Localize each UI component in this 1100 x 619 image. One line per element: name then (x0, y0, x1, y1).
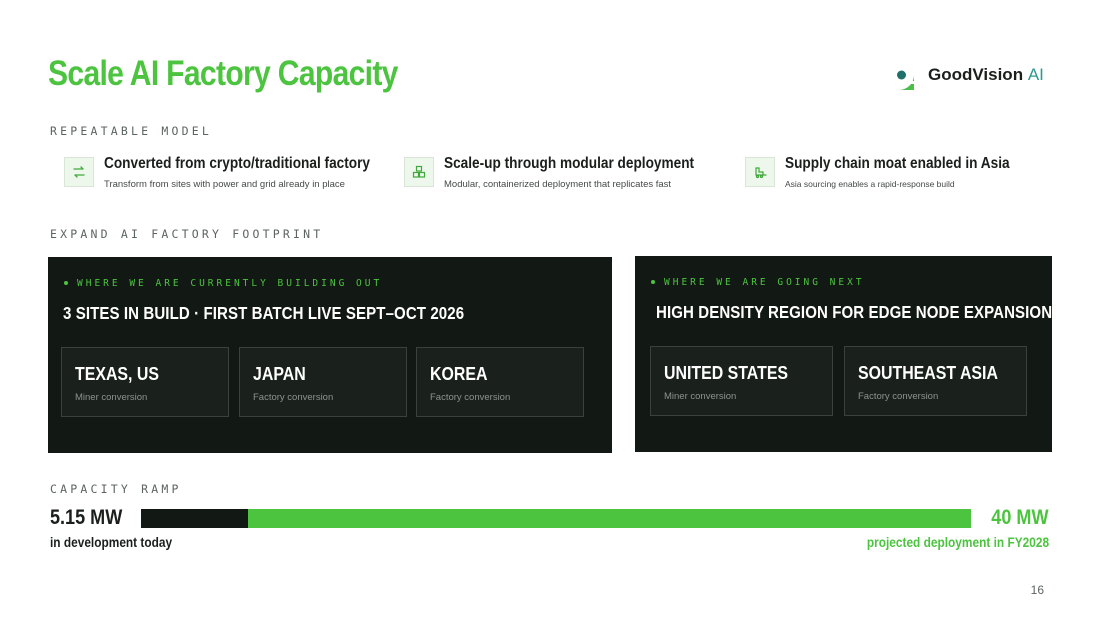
panel-kicker-text: WHERE WE ARE GOING NEXT (664, 277, 865, 288)
site-card: JAPAN Factory conversion (239, 347, 407, 417)
site-name: TEXAS, US (75, 363, 159, 384)
feature-title: Supply chain moat enabled in Asia (785, 155, 1010, 172)
site-name: SOUTHEAST ASIA (858, 362, 998, 383)
feature-supply-chain: Supply chain moat enabled in Asia Asia s… (745, 155, 1040, 189)
site-name: JAPAN (253, 363, 306, 384)
forklift-icon (745, 157, 775, 187)
modular-blocks-icon (404, 157, 434, 187)
feature-subtitle: Asia sourcing enables a rapid-response b… (785, 179, 955, 189)
site-card: TEXAS, US Miner conversion (61, 347, 229, 417)
site-card: SOUTHEAST ASIA Factory conversion (844, 346, 1027, 416)
ramp-target-label: projected deployment in FY2028 (866, 535, 1049, 550)
feature-subtitle: Transform from sites with power and grid… (104, 179, 345, 190)
section-label-footprint: EXPAND AI FACTORY FOOTPRINT (50, 227, 324, 241)
site-card: KOREA Factory conversion (416, 347, 584, 417)
site-name: UNITED STATES (664, 362, 789, 383)
ramp-target-value: 40 MW (991, 506, 1049, 529)
panel-headline: HIGH DENSITY REGION FOR EDGE NODE EXPANS… (656, 302, 1053, 322)
ramp-current-label: in development today (50, 535, 173, 550)
feature-modular: Scale-up through modular deployment Modu… (404, 155, 728, 190)
site-type: Factory conversion (253, 392, 334, 403)
site-type: Miner conversion (664, 391, 737, 402)
page-number: 16 (1030, 583, 1044, 597)
panel-current-build: WHERE WE ARE CURRENTLY BUILDING OUT 3 SI… (48, 257, 612, 453)
feature-converted: Converted from crypto/traditional factor… (64, 155, 406, 190)
feature-title: Scale-up through modular deployment (444, 155, 695, 172)
site-type: Miner conversion (75, 392, 148, 403)
bullet-dot (651, 279, 655, 284)
feature-subtitle: Modular, containerized deployment that r… (444, 179, 672, 190)
section-label-model: REPEATABLE MODEL (50, 124, 212, 138)
section-label-ramp: CAPACITY RAMP (50, 482, 182, 496)
panel-going-next: WHERE WE ARE GOING NEXT HIGH DENSITY REG… (635, 256, 1052, 452)
ramp-current-value: 5.15 MW (50, 506, 123, 529)
bullet-dot (64, 280, 68, 285)
logo-name: GoodVision (928, 65, 1024, 84)
panel-kicker: WHERE WE ARE GOING NEXT (651, 277, 865, 288)
capacity-ramp-current-fill (141, 509, 248, 528)
panel-kicker: WHERE WE ARE CURRENTLY BUILDING OUT (64, 278, 382, 289)
site-type: Factory conversion (430, 392, 511, 403)
company-logo: GoodVision AI (882, 58, 1044, 92)
page-title: Scale AI Factory Capacity (48, 54, 398, 93)
panel-kicker-text: WHERE WE ARE CURRENTLY BUILDING OUT (77, 278, 383, 289)
feature-title: Converted from crypto/traditional factor… (104, 155, 371, 172)
site-type: Factory conversion (858, 391, 939, 402)
capacity-ramp-bar (141, 509, 971, 528)
site-card: UNITED STATES Miner conversion (650, 346, 833, 416)
site-name: KOREA (430, 363, 488, 384)
logo-text: GoodVision AI (928, 65, 1044, 85)
logo-suffix: AI (1027, 65, 1044, 84)
goodvision-logo-icon (884, 60, 914, 90)
convert-arrows-icon (64, 157, 94, 187)
panel-headline: 3 SITES IN BUILD · FIRST BATCH LIVE SEPT… (63, 303, 465, 323)
